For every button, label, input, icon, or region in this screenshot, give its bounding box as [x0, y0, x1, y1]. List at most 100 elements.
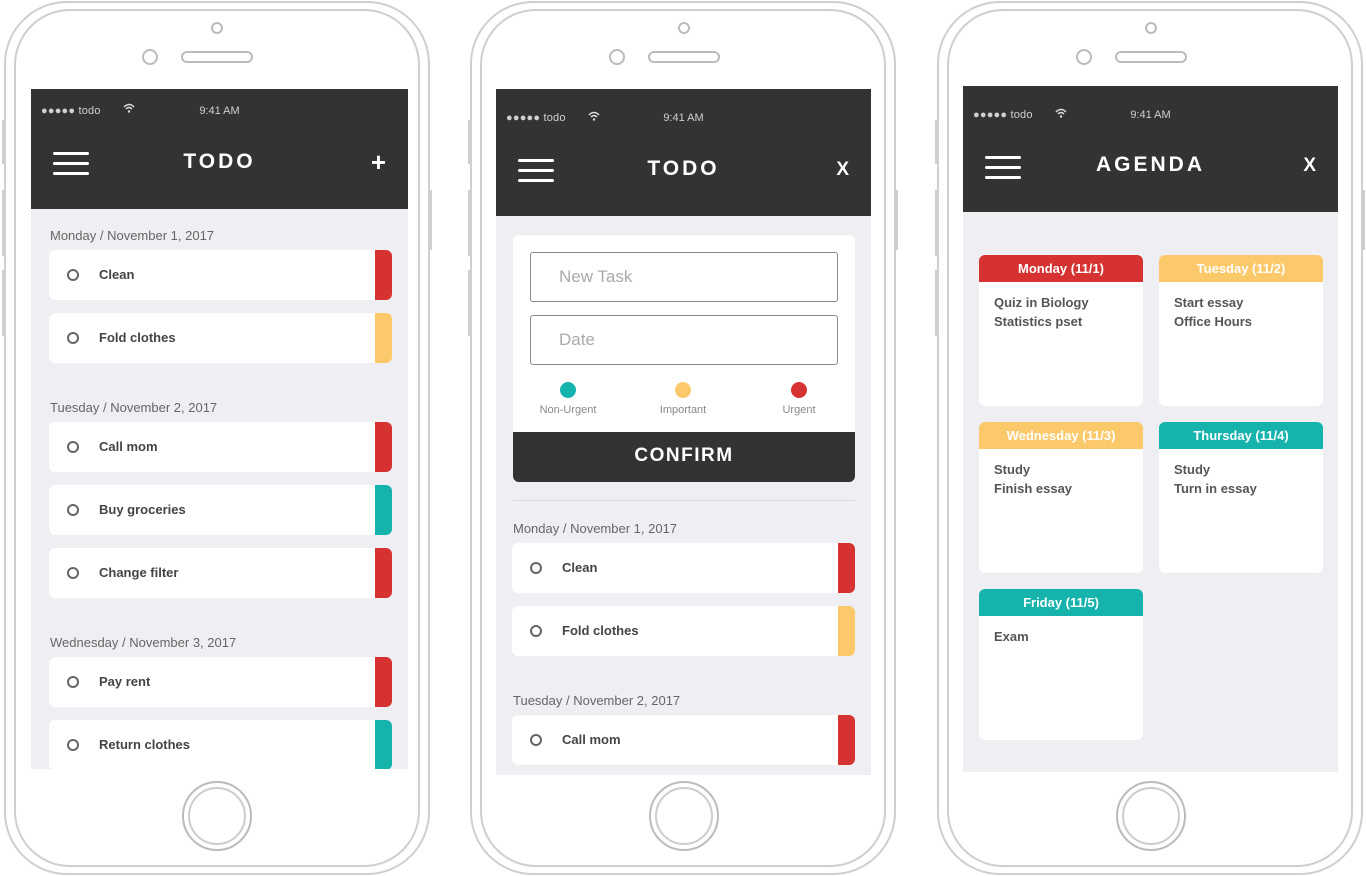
- navbar: ●●●●● todo 9:41 AM AGENDA X: [963, 86, 1338, 212]
- day-header: Monday (11/1): [979, 255, 1143, 282]
- screen: ●●●●● todo 9:41 AM TODO + Monday / Novem…: [31, 89, 408, 769]
- task-row[interactable]: Change filter: [49, 548, 392, 598]
- task-label: Buy groceries: [99, 502, 186, 517]
- new-task-input[interactable]: New Task: [530, 252, 838, 302]
- day-header: Wednesday (11/3): [979, 422, 1143, 449]
- phone-agenda: ●●●●● todo 9:41 AM AGENDA X Monday (11/1…: [935, 0, 1365, 876]
- task-row[interactable]: Call mom: [49, 422, 392, 472]
- close-button[interactable]: X: [836, 159, 849, 181]
- date-header: Tuesday / November 2, 2017: [50, 400, 218, 415]
- task-row[interactable]: Clean: [512, 543, 855, 593]
- day-items: Quiz in Biology Statistics pset: [979, 282, 1143, 342]
- priority-stripe: [375, 313, 392, 363]
- checkbox-circle-icon[interactable]: [67, 269, 79, 281]
- date-header: Monday / November 1, 2017: [50, 228, 215, 243]
- checkbox-circle-icon[interactable]: [67, 567, 79, 579]
- date-header: Monday / November 1, 2017: [513, 521, 678, 536]
- priority-label: Important: [659, 404, 707, 416]
- priority-non-urgent-dot[interactable]: [560, 382, 576, 398]
- priority-stripe: [375, 657, 392, 707]
- task-row[interactable]: Return clothes: [49, 720, 392, 769]
- task-row[interactable]: Fold clothes: [49, 313, 392, 363]
- task-label: Clean: [562, 560, 598, 575]
- clock: 9:41 AM: [663, 112, 704, 124]
- clock: 9:41 AM: [1130, 109, 1171, 121]
- date-header: Tuesday / November 2, 2017: [513, 693, 681, 708]
- agenda-item: Study: [1174, 462, 1211, 477]
- screen: ●●●●● todo 9:41 AM TODO X New Task Date …: [496, 89, 871, 775]
- day-card[interactable]: Monday (11/1) Quiz in Biology Statistics p…: [979, 255, 1143, 406]
- priority-stripe: [838, 715, 855, 765]
- checkbox-circle-icon[interactable]: [67, 441, 79, 453]
- confirm-button[interactable]: CONFIRM: [513, 432, 855, 482]
- day-card[interactable]: Tuesday (11/2) Start essay Office Hours: [1159, 255, 1323, 406]
- navbar: ●●●●● todo 9:41 AM TODO X: [496, 89, 871, 216]
- priority-urgent-dot[interactable]: [791, 382, 807, 398]
- checkbox-circle-icon[interactable]: [67, 332, 79, 344]
- close-button[interactable]: X: [1303, 155, 1316, 177]
- agenda-item: Quiz in Biology: [994, 295, 1089, 310]
- day-items: Study Turn in essay: [1159, 449, 1323, 509]
- agenda-item: Office Hours: [1174, 314, 1253, 329]
- priority-stripe: [375, 720, 392, 769]
- priority-important-dot[interactable]: [675, 382, 691, 398]
- status-bar: ●●●●● todo 9:41 AM: [963, 86, 1338, 132]
- day-card[interactable]: Thursday (11/4) Study Turn in essay: [1159, 422, 1323, 573]
- agenda-item: Exam: [994, 629, 1029, 644]
- agenda-item: Finish essay: [994, 481, 1073, 496]
- task-label: Fold clothes: [562, 623, 639, 638]
- task-label: Change filter: [99, 565, 179, 580]
- navbar: ●●●●● todo 9:41 AM TODO +: [31, 89, 408, 209]
- task-label: Call mom: [562, 732, 621, 747]
- checkbox-circle-icon[interactable]: [67, 676, 79, 688]
- checkbox-circle-icon[interactable]: [530, 734, 542, 746]
- task-row[interactable]: Call mom: [512, 715, 855, 765]
- day-header: Thursday (11/4): [1159, 422, 1323, 449]
- agenda-item: Statistics pset: [994, 314, 1083, 329]
- day-items: Start essay Office Hours: [1159, 282, 1323, 342]
- date-input[interactable]: Date: [530, 315, 838, 365]
- agenda-item: Start essay: [1174, 295, 1244, 310]
- screen: ●●●●● todo 9:41 AM AGENDA X Monday (11/1…: [963, 86, 1338, 772]
- day-items: Exam: [979, 616, 1143, 657]
- day-card[interactable]: Wednesday (11/3) Study Finish essay: [979, 422, 1143, 573]
- page-title: TODO: [183, 150, 256, 173]
- task-label: Pay rent: [99, 674, 151, 689]
- task-label: Call mom: [99, 439, 158, 454]
- status-bar: ●●●●● todo 9:41 AM: [496, 89, 871, 135]
- priority-stripe: [838, 543, 855, 593]
- task-row[interactable]: Clean: [49, 250, 392, 300]
- day-items: Study Finish essay: [979, 449, 1143, 509]
- day-header: Tuesday (11/2): [1159, 255, 1323, 282]
- checkbox-circle-icon[interactable]: [67, 504, 79, 516]
- task-row[interactable]: Fold clothes: [512, 606, 855, 656]
- priority-stripe: [375, 485, 392, 535]
- task-row[interactable]: Pay rent: [49, 657, 392, 707]
- page-title: TODO: [647, 157, 720, 180]
- new-task-form: New Task Date Non-Urgent Important Urgent …: [513, 235, 855, 482]
- priority-label: Non-Urgent: [539, 404, 597, 416]
- priority-label: Urgent: [782, 404, 816, 416]
- date-header: Wednesday / November 3, 2017: [50, 635, 237, 650]
- phone-new-task: ●●●●● todo 9:41 AM TODO X New Task Date …: [468, 0, 898, 876]
- priority-stripe: [838, 606, 855, 656]
- priority-stripe: [375, 548, 392, 598]
- agenda-item: Turn in essay: [1174, 481, 1257, 496]
- checkbox-circle-icon[interactable]: [67, 739, 79, 751]
- task-label: Clean: [99, 267, 135, 282]
- status-bar: ●●●●● todo 9:41 AM: [31, 89, 408, 135]
- day-card[interactable]: Friday (11/5) Exam: [979, 589, 1143, 740]
- agenda-item: Study: [994, 462, 1031, 477]
- day-header: Friday (11/5): [979, 589, 1143, 616]
- checkbox-circle-icon[interactable]: [530, 562, 542, 574]
- priority-stripe: [375, 250, 392, 300]
- divider: [513, 500, 855, 501]
- clock: 9:41 AM: [199, 105, 240, 117]
- priority-stripe: [375, 422, 392, 472]
- checkbox-circle-icon[interactable]: [530, 625, 542, 637]
- phone-todo-list: ●●●●● todo 9:41 AM TODO + Monday / Novem…: [2, 0, 432, 876]
- task-label: Fold clothes: [99, 330, 176, 345]
- add-task-button[interactable]: +: [371, 147, 386, 178]
- task-row[interactable]: Buy groceries: [49, 485, 392, 535]
- task-label: Return clothes: [99, 737, 191, 752]
